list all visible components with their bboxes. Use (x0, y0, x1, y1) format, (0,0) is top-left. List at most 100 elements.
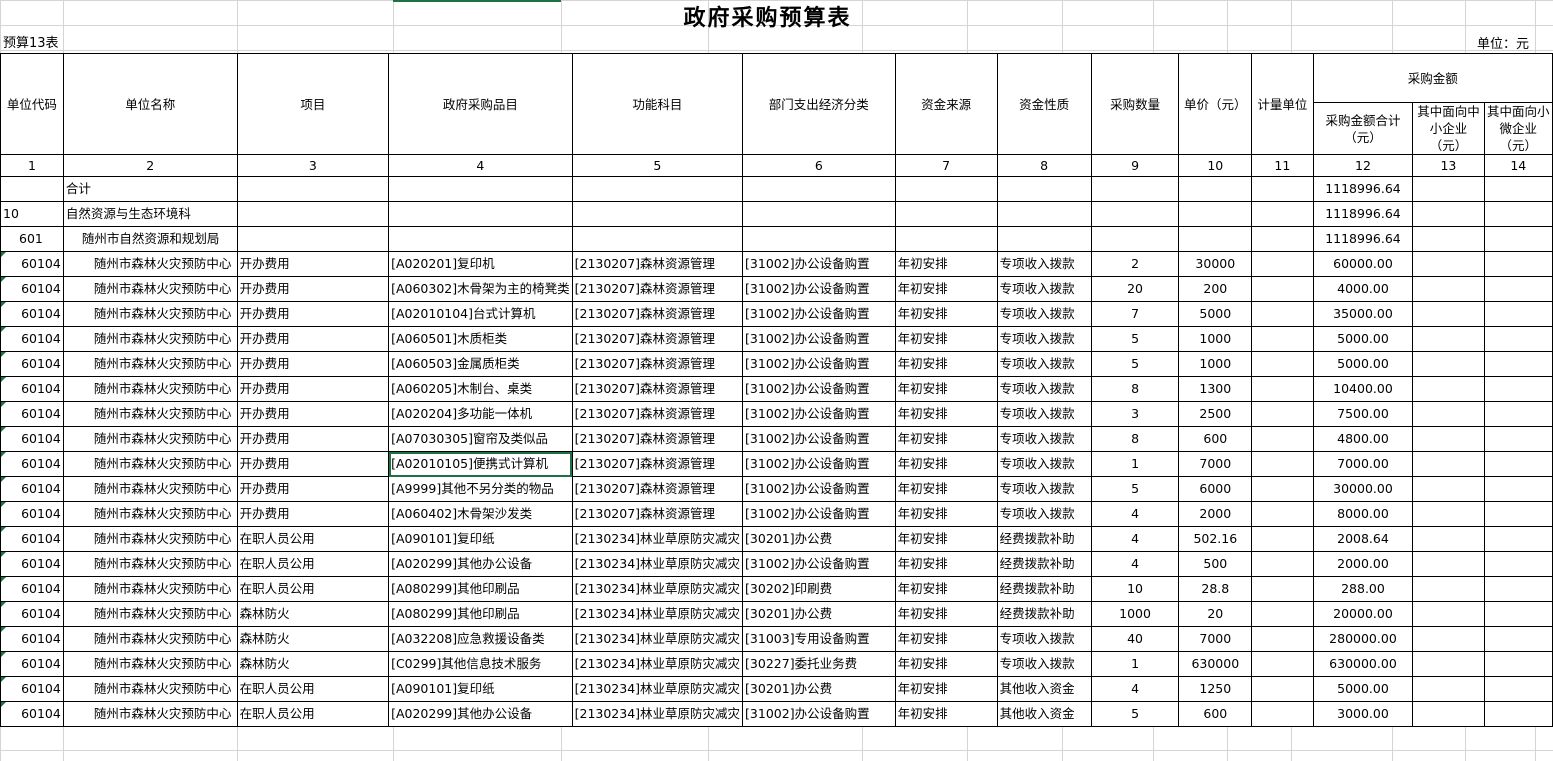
amount-micro-cell[interactable] (1483, 351, 1553, 377)
unit-price-cell[interactable]: 630000 (1178, 651, 1253, 677)
quantity-cell[interactable]: 10 (1090, 576, 1180, 602)
unit-code-cell[interactable]: 60104 (0, 651, 64, 677)
unit-name-cell[interactable]: 随州市森林火灾预防中心 (62, 676, 238, 702)
fund-nature-cell[interactable]: 经费拨款补助 (996, 526, 1092, 552)
quantity-cell[interactable]: 4 (1090, 676, 1180, 702)
column-number-cell[interactable]: 6 (742, 154, 896, 177)
econ-class-cell[interactable]: [31002]办公设备购置 (742, 251, 896, 277)
fund-nature-cell[interactable]: 专项收入拨款 (996, 401, 1092, 427)
project-cell[interactable]: 在职人员公用 (236, 576, 390, 602)
unit-price-cell[interactable]: 20 (1178, 601, 1253, 627)
catalog-cell[interactable]: [A02010105]便携式计算机 (388, 451, 573, 477)
project-cell[interactable]: 在职人员公用 (236, 701, 390, 727)
catalog-cell[interactable]: [A07030305]窗帘及类似品 (388, 426, 573, 452)
econ-class-cell[interactable]: [30201]办公费 (742, 526, 896, 552)
amount-micro-cell[interactable] (1483, 601, 1553, 627)
fund-nature-cell[interactable]: 专项收入拨款 (996, 476, 1092, 502)
project-cell[interactable]: 开办费用 (236, 501, 390, 527)
econ-class-cell[interactable]: [30201]办公费 (742, 601, 896, 627)
function-subject-cell[interactable]: [2130207]森林资源管理 (571, 476, 744, 502)
amount-sme-cell[interactable] (1412, 376, 1485, 402)
function-subject-cell[interactable]: [2130207]森林资源管理 (571, 401, 744, 427)
header-quantity[interactable]: 采购数量 (1090, 53, 1180, 155)
amount-sme-cell[interactable] (1412, 476, 1485, 502)
amount-total-cell[interactable]: 5000.00 (1312, 351, 1414, 377)
econ-class-cell[interactable]: [31002]办公设备购置 (742, 351, 896, 377)
catalog-cell[interactable]: [A020204]多功能一体机 (388, 401, 573, 427)
amount-total-cell[interactable]: 4000.00 (1312, 276, 1414, 302)
column-number-cell[interactable]: 13 (1412, 154, 1485, 177)
unit-name-cell[interactable]: 随州市森林火灾预防中心 (62, 326, 238, 352)
unit-price-cell[interactable]: 7000 (1178, 451, 1253, 477)
empty-cell[interactable] (1178, 201, 1253, 227)
unit-code-cell[interactable] (0, 176, 64, 202)
fund-source-cell[interactable]: 年初安排 (894, 351, 998, 377)
econ-class-cell[interactable]: [31002]办公设备购置 (742, 276, 896, 302)
function-subject-cell[interactable]: [2130234]林业草原防灾减灾 (571, 526, 744, 552)
amount-sme-cell[interactable] (1412, 426, 1485, 452)
empty-cell[interactable] (236, 201, 390, 227)
catalog-cell[interactable]: [A060501]木质柜类 (388, 326, 573, 352)
unit-code-cell[interactable]: 601 (0, 226, 64, 252)
amount-sme-cell[interactable] (1412, 326, 1485, 352)
project-cell[interactable]: 开办费用 (236, 351, 390, 377)
empty-cell[interactable] (894, 226, 998, 252)
unit-price-cell[interactable]: 28.8 (1178, 576, 1253, 602)
column-number-cell[interactable]: 1 (0, 154, 64, 177)
fund-nature-cell[interactable]: 专项收入拨款 (996, 326, 1092, 352)
unit-code-cell[interactable]: 60104 (0, 326, 64, 352)
amount-sme-cell[interactable] (1412, 301, 1485, 327)
unit-name-cell[interactable]: 随州市森林火灾预防中心 (62, 576, 238, 602)
amount-micro-cell[interactable] (1483, 326, 1553, 352)
amount-micro-cell[interactable] (1483, 501, 1553, 527)
unit-price-cell[interactable]: 7000 (1178, 626, 1253, 652)
fund-source-cell[interactable]: 年初安排 (894, 376, 998, 402)
empty-cell[interactable] (388, 201, 573, 227)
header-project[interactable]: 项目 (236, 53, 390, 155)
unit-code-cell[interactable]: 60104 (0, 626, 64, 652)
unit-name-cell[interactable]: 随州市森林火灾预防中心 (62, 501, 238, 527)
header-amount-group[interactable]: 采购金额 (1312, 53, 1553, 103)
amount-micro-cell[interactable] (1483, 251, 1553, 277)
project-cell[interactable]: 在职人员公用 (236, 526, 390, 552)
empty-cell[interactable] (742, 226, 896, 252)
project-cell[interactable]: 开办费用 (236, 326, 390, 352)
econ-class-cell[interactable]: [30202]印刷费 (742, 576, 896, 602)
amount-micro-cell[interactable] (1483, 376, 1553, 402)
amount-sme-cell[interactable] (1412, 401, 1485, 427)
unit-name-cell[interactable]: 随州市森林火灾预防中心 (62, 426, 238, 452)
measure-unit-cell[interactable] (1251, 426, 1314, 452)
amount-total-cell[interactable]: 5000.00 (1312, 676, 1414, 702)
amount-total-cell[interactable]: 4800.00 (1312, 426, 1414, 452)
catalog-cell[interactable]: [A020299]其他办公设备 (388, 701, 573, 727)
project-cell[interactable]: 森林防火 (236, 626, 390, 652)
econ-class-cell[interactable]: [31002]办公设备购置 (742, 401, 896, 427)
measure-unit-cell[interactable] (1251, 301, 1314, 327)
fund-source-cell[interactable]: 年初安排 (894, 651, 998, 677)
unit-code-cell[interactable]: 60104 (0, 701, 64, 727)
project-cell[interactable]: 开办费用 (236, 376, 390, 402)
amount-sme-cell[interactable] (1412, 601, 1485, 627)
project-cell[interactable]: 开办费用 (236, 301, 390, 327)
unit-code-cell[interactable]: 60104 (0, 426, 64, 452)
unit-code-cell[interactable]: 60104 (0, 501, 64, 527)
function-subject-cell[interactable]: [2130207]森林资源管理 (571, 301, 744, 327)
function-subject-cell[interactable]: [2130234]林业草原防灾减灾 (571, 576, 744, 602)
unit-name-cell[interactable]: 随州市森林火灾预防中心 (62, 476, 238, 502)
empty-cell[interactable] (388, 176, 573, 202)
header-unit-code[interactable]: 单位代码 (0, 53, 64, 155)
quantity-cell[interactable]: 2 (1090, 251, 1180, 277)
amount-sme-cell[interactable] (1412, 276, 1485, 302)
unit-code-cell[interactable]: 60104 (0, 676, 64, 702)
quantity-cell[interactable]: 8 (1090, 426, 1180, 452)
unit-code-cell[interactable]: 60104 (0, 301, 64, 327)
unit-price-cell[interactable]: 600 (1178, 426, 1253, 452)
amount-micro-cell[interactable] (1483, 626, 1553, 652)
column-number-cell[interactable]: 10 (1178, 154, 1253, 177)
quantity-cell[interactable]: 1 (1090, 451, 1180, 477)
unit-price-cell[interactable]: 6000 (1178, 476, 1253, 502)
unit-name-cell[interactable]: 随州市森林火灾预防中心 (62, 376, 238, 402)
header-function-subject[interactable]: 功能科目 (571, 53, 744, 155)
empty-cell[interactable] (388, 226, 573, 252)
function-subject-cell[interactable]: [2130207]森林资源管理 (571, 426, 744, 452)
